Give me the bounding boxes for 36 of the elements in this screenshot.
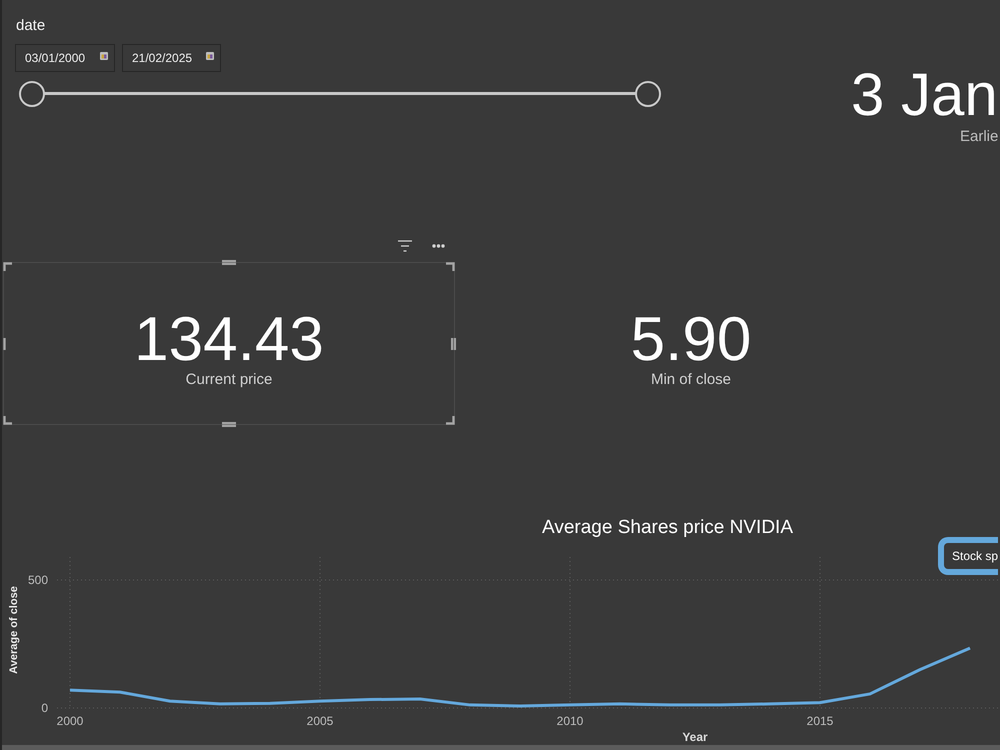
card-value: 3 Jan bbox=[851, 65, 998, 125]
card-label: Current price bbox=[186, 371, 272, 389]
calendar-icon[interactable] bbox=[206, 52, 214, 60]
y-axis-tick-label: 500 bbox=[28, 573, 48, 588]
x-axis-title: Year bbox=[682, 730, 708, 744]
y-axis-title: Average of close bbox=[8, 586, 20, 674]
resize-handle[interactable] bbox=[3, 262, 12, 271]
card-label: Earlie bbox=[960, 128, 998, 146]
card-frame[interactable]: 134.43 Current price bbox=[3, 262, 455, 425]
more-options-icon[interactable] bbox=[432, 244, 445, 248]
slider-thumb[interactable] bbox=[635, 81, 661, 107]
resize-handle[interactable] bbox=[222, 422, 236, 427]
slicer-title: date bbox=[16, 17, 46, 35]
card-label: Min of close bbox=[650, 371, 732, 389]
calendar-icon[interactable] bbox=[100, 52, 108, 60]
card-value: 134.43 bbox=[134, 309, 324, 371]
x-axis-tick-label: 2015 bbox=[806, 714, 834, 728]
x-axis-tick-label: 2000 bbox=[56, 714, 84, 728]
resize-handle[interactable] bbox=[3, 338, 6, 350]
slider-thumb[interactable] bbox=[19, 81, 45, 107]
chart-title: Average Shares price NVIDIA bbox=[542, 517, 793, 539]
resize-handle[interactable] bbox=[451, 338, 456, 350]
resize-handle[interactable] bbox=[3, 416, 12, 425]
x-axis-tick-label: 2005 bbox=[306, 714, 334, 728]
resize-handle[interactable] bbox=[222, 260, 236, 265]
card-frame[interactable]: 5.90 Min of close bbox=[465, 262, 917, 425]
date-slider-track[interactable] bbox=[19, 81, 661, 107]
filter-icon[interactable] bbox=[398, 240, 412, 252]
resize-handle[interactable] bbox=[446, 416, 455, 425]
card-value: 5.90 bbox=[630, 309, 752, 371]
end-date-field[interactable]: 21/02/2025 bbox=[122, 44, 221, 72]
start-date-field[interactable]: 03/01/2000 bbox=[15, 44, 115, 72]
y-axis-tick-label: 0 bbox=[41, 701, 48, 715]
x-axis-tick-label: 2010 bbox=[556, 714, 584, 728]
resize-handle[interactable] bbox=[446, 262, 455, 271]
stock-button[interactable]: Stock sp bbox=[938, 537, 998, 575]
